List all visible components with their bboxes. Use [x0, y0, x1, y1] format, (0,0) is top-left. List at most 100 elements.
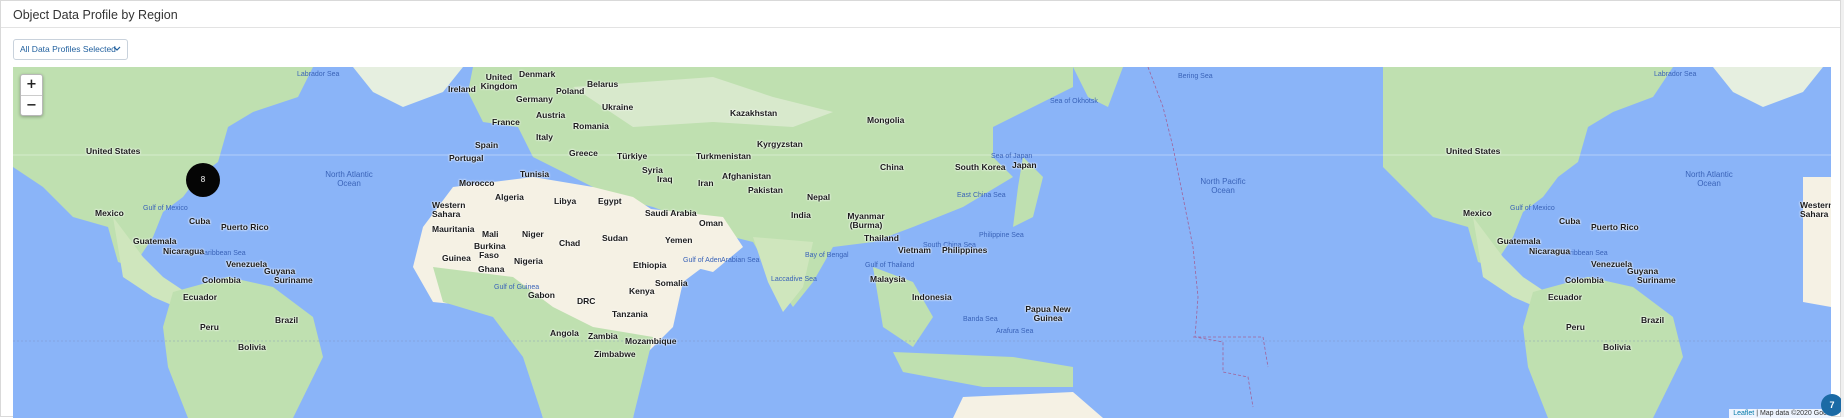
map-label: Puerto Rico: [1591, 222, 1639, 232]
map-label: Türkiye: [617, 151, 648, 161]
map-label: Kenya: [629, 286, 655, 296]
map-label: Saudi Arabia: [645, 208, 697, 218]
map-label: Nigeria: [514, 256, 543, 266]
world-map[interactable]: Labrador Sea Labrador Sea Bering Sea Sea…: [13, 67, 1831, 418]
map-label: Vietnam: [898, 245, 931, 255]
map-label: Nicaragua: [1529, 246, 1571, 256]
map-label: Ethiopia: [633, 260, 667, 270]
map-label: Malaysia: [870, 274, 906, 284]
map-label: Kazakhstan: [730, 108, 778, 118]
map-label: Philippines: [942, 245, 988, 255]
map-label: Guatemala: [1497, 236, 1541, 246]
map-label: China: [880, 162, 904, 172]
map-label: Venezuela: [1591, 259, 1633, 269]
map-label: Ecuador: [1548, 292, 1583, 302]
marker-cluster[interactable]: 8: [186, 163, 220, 197]
map-label: Germany: [516, 94, 553, 104]
map-label: Arabian Sea: [721, 257, 760, 264]
map-label: Peru: [200, 322, 219, 332]
map-label: Bolivia: [1603, 342, 1631, 352]
map-label: Labrador Sea: [297, 71, 340, 78]
map-label: Western Sahara: [1800, 200, 1831, 219]
map-label: Bay of Bengal: [805, 252, 849, 259]
map-label: Denmark: [519, 69, 556, 79]
map-label: Romania: [573, 121, 609, 131]
map-label: Niger: [522, 229, 544, 239]
map-label: Austria: [536, 110, 566, 120]
map-label: Poland: [556, 86, 585, 96]
map-label: Guatemala: [133, 236, 177, 246]
help-badge[interactable]: 7: [1821, 394, 1843, 416]
map-label: Cuba: [1559, 216, 1581, 226]
map-label: Gabon: [528, 290, 555, 300]
map-label: Burkina Faso: [474, 241, 506, 260]
map-label: Nicaragua: [163, 246, 205, 256]
map-label: Venezuela: [226, 259, 268, 269]
map-label: DRC: [577, 296, 596, 306]
map-label: Banda Sea: [963, 316, 998, 323]
map-label: Belarus: [587, 79, 619, 89]
region-profile-panel: Object Data Profile by Region All Data P…: [0, 0, 1843, 418]
map-label: Yemen: [665, 235, 693, 245]
map-tiles: [13, 67, 1831, 418]
panel-header: Object Data Profile by Region: [1, 1, 1840, 28]
map-label: Myanmar (Burma): [847, 211, 885, 230]
zoom-in-button[interactable]: +: [21, 75, 42, 96]
map-label: Suriname: [1637, 275, 1676, 285]
leaflet-link[interactable]: Leaflet: [1733, 410, 1754, 417]
map-label: Ukraine: [602, 102, 634, 112]
map-label: South Korea: [955, 162, 1006, 172]
map-label: Suriname: [274, 275, 313, 285]
map-label: Mongolia: [867, 115, 905, 125]
map-label: Labrador Sea: [1654, 71, 1697, 78]
chevron-down-icon: [113, 46, 121, 51]
map-label: Sea of Japan: [991, 153, 1033, 160]
map-label: Chad: [559, 238, 581, 248]
map-label: Sudan: [602, 233, 628, 243]
map-label: Brazil: [1641, 315, 1665, 325]
map-label: North Atlantic Ocean: [1685, 170, 1733, 188]
map-label: Brazil: [275, 315, 299, 325]
map-label: India: [791, 210, 811, 220]
map-label: Ecuador: [183, 292, 218, 302]
map-label: Angola: [550, 328, 579, 338]
map-label: Spain: [475, 140, 499, 150]
map-label: Egypt: [598, 196, 622, 206]
map-label: Peru: [1566, 322, 1585, 332]
zoom-control: + −: [20, 74, 43, 116]
map-label: Cuba: [189, 216, 211, 226]
map-label: North Pacific Ocean: [1200, 177, 1246, 195]
map-label: Puerto Rico: [221, 222, 269, 232]
map-label: Thailand: [864, 233, 899, 243]
map-label: Mauritania: [432, 224, 475, 234]
map-label: Gulf of Aden: [683, 257, 722, 264]
map-label: Somalia: [655, 278, 688, 288]
map-label: Western Sahara: [432, 200, 466, 219]
map-label: Mali: [482, 229, 499, 239]
map-label: United Kingdom: [480, 72, 518, 91]
data-profile-dropdown-label: All Data Profiles Selected: [20, 44, 116, 54]
map-label: United States: [1446, 146, 1501, 156]
map-label: France: [492, 117, 520, 127]
map-label: Bering Sea: [1178, 73, 1213, 80]
map-label: Portugal: [449, 153, 484, 163]
map-label: Philippine Sea: [979, 232, 1024, 239]
map-label: Zambia: [588, 331, 618, 341]
map-label: Gulf of Thailand: [865, 262, 915, 269]
map-label: United States: [86, 146, 141, 156]
map-label: Papua New Guinea: [1025, 304, 1071, 323]
map-label: Colombia: [202, 275, 241, 285]
map-label: Mozambique: [625, 336, 677, 346]
map-label: Gulf of Mexico: [1510, 205, 1555, 212]
map-label: Gulf of Mexico: [143, 205, 188, 212]
map-label: Iraq: [657, 174, 673, 184]
map-label: Oman: [699, 218, 724, 228]
map-label: Laccadive Sea: [771, 276, 817, 283]
zoom-out-button[interactable]: −: [21, 96, 42, 116]
map-label: Arafura Sea: [996, 328, 1034, 335]
map-label: Indonesia: [912, 292, 952, 302]
map-label: Nepal: [807, 192, 831, 202]
data-profile-dropdown[interactable]: All Data Profiles Selected: [13, 39, 128, 60]
map-label: Colombia: [1565, 275, 1604, 285]
map-label: Mexico: [95, 208, 124, 218]
